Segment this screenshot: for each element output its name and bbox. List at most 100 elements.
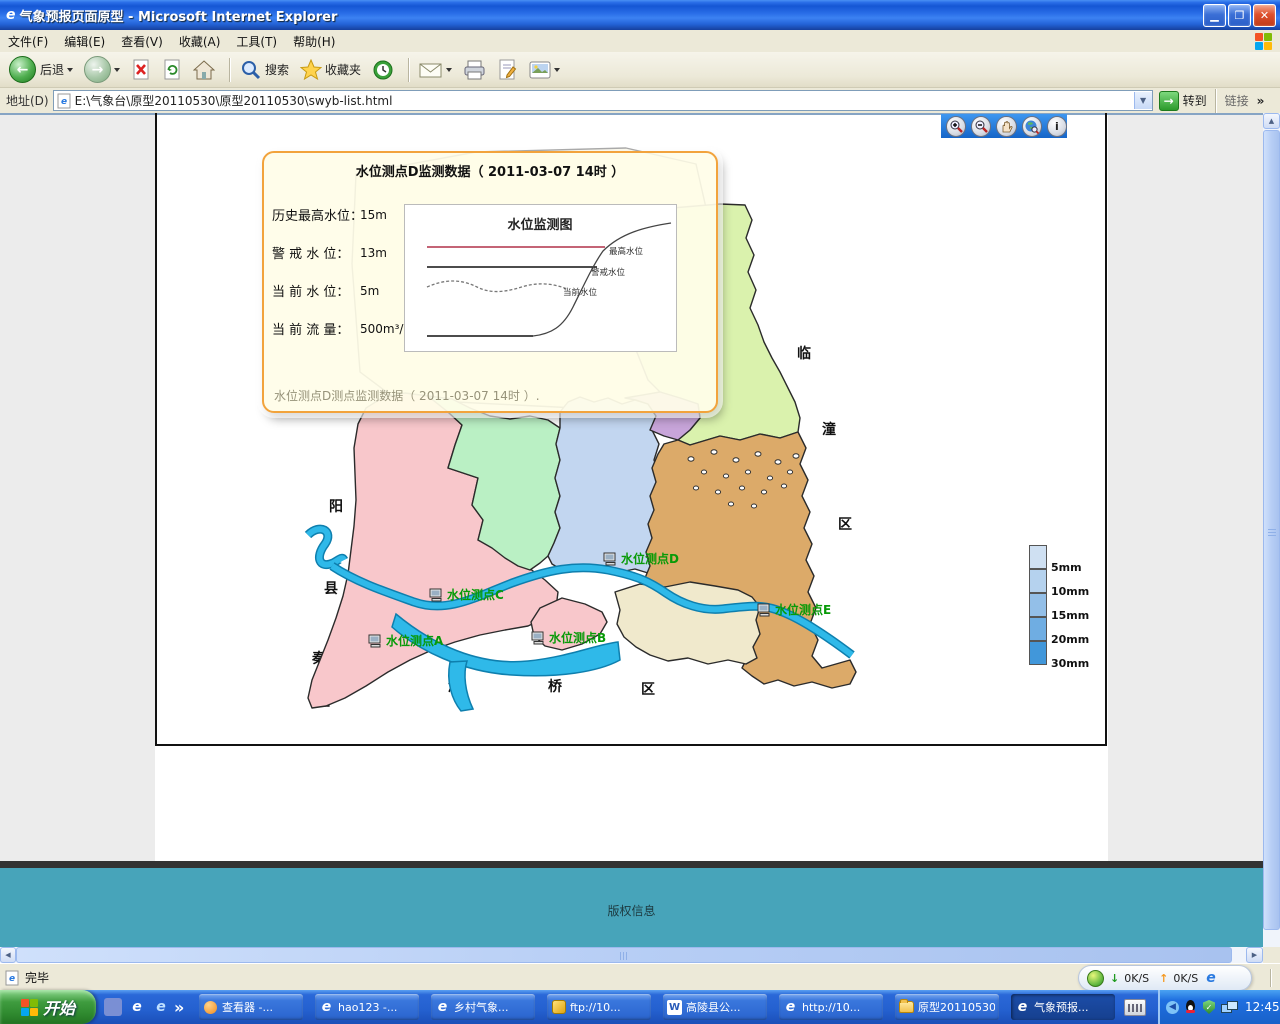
quick-launch-chevron-icon[interactable]: » [174, 998, 184, 1017]
station-computer-icon [531, 631, 547, 645]
favorites-button[interactable]: 收藏夹 [297, 57, 364, 83]
station-C[interactable]: 水位测点C [429, 586, 504, 603]
ftp-icon [552, 1000, 566, 1014]
keyboard-language-icon[interactable] [1124, 999, 1146, 1016]
station-B[interactable]: 水位测点B [531, 629, 606, 646]
mail-icon [419, 59, 443, 81]
tray-chevron-icon[interactable]: ◀ [1166, 1001, 1179, 1014]
media-button[interactable] [526, 58, 563, 82]
task-rural-weather[interactable]: e 乡村气象... [431, 994, 535, 1020]
shield-icon[interactable]: ✓ [1203, 1000, 1215, 1014]
search-icon [240, 59, 262, 81]
station-D[interactable]: 水位测点D [603, 550, 679, 567]
station-E[interactable]: 水位测点E [757, 601, 831, 618]
quick-launch-icon-1[interactable] [104, 998, 122, 1016]
refresh-icon [162, 59, 182, 81]
home-icon [193, 59, 215, 81]
screen: e 气象预报页面原型 - Microsoft Internet Explorer… [0, 0, 1280, 1024]
address-label: 地址(D) [6, 92, 49, 109]
back-dropdown-icon [67, 68, 73, 72]
legend-swatch-15mm [1029, 593, 1047, 617]
forward-button[interactable]: → [81, 54, 123, 85]
horizontal-scrollbar[interactable]: ◀ ▶ [0, 947, 1263, 963]
zoom-out-icon[interactable] [971, 116, 991, 137]
task-word-doc[interactable]: W 高陵县公... [663, 994, 767, 1020]
history-button[interactable] [369, 57, 397, 83]
menu-favorites[interactable]: 收藏(A) [171, 31, 229, 52]
menu-edit[interactable]: 编辑(E) [56, 31, 113, 52]
go-button[interactable]: → 转到 [1159, 91, 1207, 111]
history-icon [372, 59, 394, 81]
minimize-button[interactable]: ▁ [1203, 4, 1226, 27]
status-page-icon: e [5, 970, 20, 986]
address-bar: 地址(D) e E:\气象台\原型20110530\原型20110530\swy… [0, 88, 1280, 114]
forward-icon: → [84, 56, 111, 83]
vertical-scrollbar[interactable]: ▲ ▼ [1263, 113, 1280, 963]
restore-button[interactable]: ❐ [1228, 4, 1251, 27]
ie-icon: e [319, 1000, 334, 1015]
task-label: 气象预报... [1034, 999, 1089, 1015]
task-ftp[interactable]: ftp://10... [547, 994, 651, 1020]
menu-view[interactable]: 查看(V) [113, 31, 171, 52]
zoom-in-icon[interactable] [946, 116, 966, 137]
info-icon[interactable]: i [1047, 116, 1067, 137]
station-label: 水位测点A [386, 632, 443, 649]
task-folder[interactable]: 原型20110530 [895, 994, 999, 1020]
scroll-up-icon[interactable]: ▲ [1263, 113, 1280, 129]
forward-dropdown-icon [114, 68, 120, 72]
browser-toolbar: ← 后退 → 搜索 收藏夹 [0, 52, 1280, 88]
legend-label: 30mm [1051, 657, 1089, 670]
region-beige[interactable] [615, 582, 760, 664]
popup-title: 水位测点D监测数据（ 2011-03-07 14时 ） [264, 161, 716, 180]
upload-arrow-icon: ↑ [1159, 972, 1168, 985]
full-extent-icon[interactable] [1022, 116, 1042, 137]
task-hao123[interactable]: e hao123 -... [315, 994, 419, 1020]
station-computer-icon [603, 552, 619, 566]
scroll-left-icon[interactable]: ◀ [0, 947, 16, 963]
address-dropdown[interactable]: ▼ [1134, 92, 1152, 109]
close-button[interactable]: ✕ [1253, 4, 1276, 27]
print-button[interactable] [460, 57, 490, 83]
quick-launch-icon-2[interactable]: e [128, 998, 146, 1016]
refresh-button[interactable] [159, 57, 185, 83]
legend-label: 20mm [1051, 633, 1089, 646]
task-label: http://10... [802, 1001, 860, 1014]
chart-line-label: 警戒水位 [591, 267, 626, 278]
back-button[interactable]: ← 后退 [6, 54, 76, 85]
mail-button[interactable] [416, 57, 455, 83]
links-chevron-icon[interactable]: » [1257, 94, 1265, 108]
chart-title: 水位监测图 [507, 217, 572, 233]
pan-hand-icon[interactable] [996, 116, 1016, 137]
horizontal-scroll-thumb[interactable] [16, 947, 1232, 963]
word-icon: W [667, 1000, 682, 1015]
ie-logo-icon: e [6, 7, 16, 23]
edit-button[interactable] [495, 57, 521, 83]
qq-icon[interactable] [1184, 1000, 1197, 1015]
station-computer-icon [757, 603, 773, 617]
station-label: 水位测点C [447, 586, 504, 603]
search-button[interactable]: 搜索 [237, 57, 292, 83]
quick-launch-icon-3[interactable]: e [152, 998, 170, 1016]
current-level-line [427, 281, 567, 292]
station-A[interactable]: 水位测点A [368, 632, 443, 649]
station-label: 水位测点B [549, 629, 606, 646]
station-computer-icon [429, 588, 445, 602]
menu-tools[interactable]: 工具(T) [228, 31, 285, 52]
title-bar: e 气象预报页面原型 - Microsoft Internet Explorer… [0, 0, 1280, 30]
home-button[interactable] [190, 57, 218, 83]
links-label[interactable]: 链接 [1225, 92, 1249, 109]
vertical-scroll-thumb[interactable] [1263, 130, 1280, 930]
task-viewer[interactable]: 查看器 -... [199, 994, 303, 1020]
task-weather-prototype[interactable]: e 气象预报... [1011, 994, 1115, 1020]
ie-icon: e [1015, 1000, 1030, 1015]
menu-help[interactable]: 帮助(H) [285, 31, 343, 52]
stop-button[interactable] [128, 57, 154, 83]
scroll-right-icon[interactable]: ▶ [1246, 947, 1263, 963]
menu-file[interactable]: 文件(F) [0, 31, 56, 52]
legend-swatch-20mm [1029, 617, 1047, 641]
legend-label: 10mm [1051, 585, 1089, 598]
task-http[interactable]: e http://10... [779, 994, 883, 1020]
address-input[interactable]: e E:\气象台\原型20110530\原型20110530\swyb-list… [53, 90, 1153, 111]
start-button[interactable]: 开始 [0, 990, 96, 1024]
network-icon[interactable] [1221, 1001, 1237, 1014]
